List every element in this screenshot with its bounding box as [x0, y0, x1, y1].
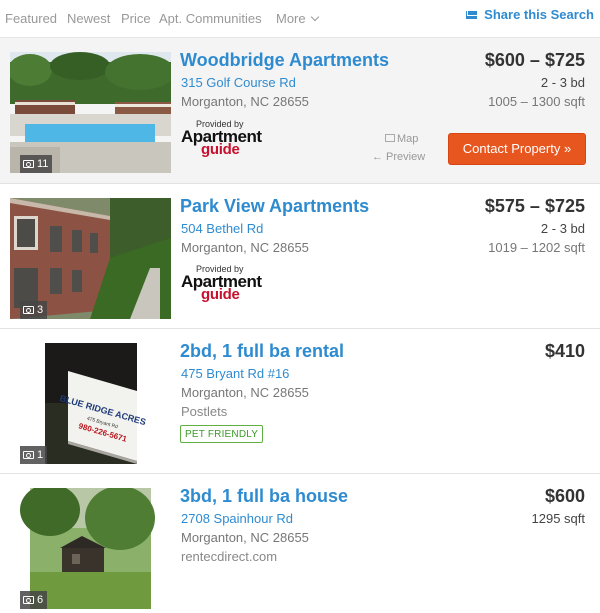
listing-address[interactable]: 2708 Spainhour Rd: [181, 511, 293, 526]
provided-by-apartment-guide-logo: Provided by Apartment guide: [181, 119, 281, 157]
camera-icon: [23, 451, 34, 459]
listing-3bd-house[interactable]: 6 3bd, 1 full ba house 2708 Spainhour Rd…: [0, 474, 600, 613]
contact-property-button[interactable]: Contact Property »: [448, 133, 586, 165]
photo-count-badge: 11: [20, 155, 53, 173]
listing-price: $600: [544, 486, 585, 506]
listing-photo[interactable]: BLUE RIDGE ACRES 475 Bryant Rd 980-226-5…: [10, 343, 171, 464]
photo-count: 6: [37, 594, 44, 606]
listing-photo[interactable]: 3: [10, 198, 171, 319]
listing-title[interactable]: 2bd, 1 full ba rental: [180, 341, 344, 362]
listing-beds: 2 - 3 bd: [540, 221, 585, 236]
photo-count: 11: [37, 158, 49, 170]
envelope-icon: [466, 10, 478, 19]
listing-price: $410: [544, 341, 585, 361]
map-label: Map: [397, 133, 419, 145]
listing-city: Morganton, NC 28655: [181, 94, 309, 109]
listing-sqft: 1019 – 1202 sqft: [488, 240, 585, 255]
sort-bar: Featured Newest Price Apt. Communities M…: [0, 0, 600, 38]
listing-city: Morganton, NC 28655: [181, 240, 309, 255]
listing-price: $575 – $725: [484, 196, 585, 216]
photo-count: 3: [37, 304, 44, 316]
photo-count: 1: [37, 449, 44, 461]
camera-icon: [23, 306, 34, 314]
map-link[interactable]: Map: [385, 133, 418, 145]
listing-woodbridge[interactable]: 11 Woodbridge Apartments 315 Golf Course…: [0, 38, 600, 184]
listing-address[interactable]: 315 Golf Course Rd: [181, 75, 296, 90]
sort-apt-communities-tab[interactable]: Apt. Communities: [159, 11, 262, 26]
listing-address[interactable]: 475 Bryant Rd #16: [181, 366, 289, 381]
pet-friendly-badge: PET FRIENDLY: [180, 425, 264, 443]
listing-source: Postlets: [181, 404, 228, 419]
sort-price-tab[interactable]: Price: [121, 11, 151, 26]
listing-title[interactable]: Park View Apartments: [180, 196, 369, 217]
listing-city: Morganton, NC 28655: [181, 385, 309, 400]
listing-price: $600 – $725: [484, 50, 585, 70]
share-search-label: Share this Search: [484, 7, 594, 22]
camera-icon: [23, 160, 34, 168]
listing-2bd-rental[interactable]: BLUE RIDGE ACRES 475 Bryant Rd 980-226-5…: [0, 329, 600, 474]
map-icon: [385, 134, 395, 142]
listing-sqft: 1005 – 1300 sqft: [488, 94, 585, 109]
listing-source: rentecdirect.com: [181, 549, 278, 564]
camera-icon: [23, 596, 34, 604]
listing-title[interactable]: 3bd, 1 full ba house: [180, 486, 348, 507]
listing-address[interactable]: 504 Bethel Rd: [181, 221, 263, 236]
listing-title[interactable]: Woodbridge Apartments: [180, 50, 389, 71]
photo-count-badge: 1: [20, 446, 48, 464]
listing-city: Morganton, NC 28655: [181, 530, 309, 545]
sort-more-dropdown[interactable]: More: [276, 11, 319, 26]
photo-count-badge: 3: [20, 301, 48, 319]
preview-link[interactable]: ← Preview: [372, 151, 425, 163]
listing-photo[interactable]: 11: [10, 52, 171, 173]
share-search-link[interactable]: Share this Search: [466, 7, 594, 22]
listing-beds: 2 - 3 bd: [540, 75, 585, 90]
provided-by-apartment-guide-logo: Provided by Apartment guide: [181, 264, 281, 302]
listing-park-view[interactable]: 3 Park View Apartments 504 Bethel Rd Mor…: [0, 184, 600, 329]
photo-count-badge: 6: [20, 591, 48, 609]
sort-newest-tab[interactable]: Newest: [67, 11, 110, 26]
listing-sqft: 1295 sqft: [531, 511, 586, 526]
listing-photo[interactable]: 6: [10, 488, 171, 609]
sort-more-label: More: [276, 11, 306, 26]
chevron-down-icon: [310, 12, 319, 22]
sort-featured-tab[interactable]: Featured: [5, 11, 57, 26]
